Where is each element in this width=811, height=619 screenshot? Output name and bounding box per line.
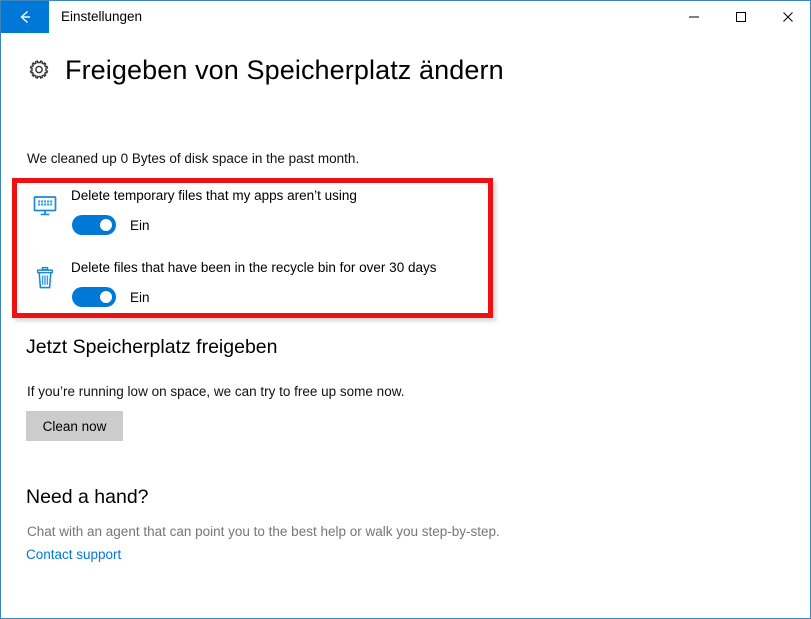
back-button[interactable] [1,1,49,33]
need-a-hand-description: Chat with an agent that can point you to… [27,524,500,539]
monitor-apps-icon [30,191,60,221]
back-arrow-icon [15,7,35,27]
minimize-icon [688,11,700,23]
page-header: Freigeben von Speicherplatz ändern [25,55,504,86]
recycle-bin-icon [30,263,60,293]
contact-support-link[interactable]: Contact support [26,547,121,562]
toggle-temp-files[interactable] [72,215,116,235]
window-title: Einstellungen [61,9,143,24]
gear-icon [25,57,53,85]
highlight-annotation-box: Delete temporary files that my apps aren… [12,178,493,318]
toggle-knob [100,219,112,231]
close-button[interactable] [765,1,811,33]
free-space-description: If you’re running low on space, we can t… [27,384,405,399]
toggle-state-temp-files: Ein [130,217,150,233]
need-a-hand-heading: Need a hand? [26,486,149,508]
cleanup-summary-text: We cleaned up 0 Bytes of disk space in t… [27,151,360,166]
maximize-button[interactable] [718,1,764,33]
toggle-recycle-bin[interactable] [72,287,116,307]
free-space-heading: Jetzt Speicherplatz freigeben [26,336,278,358]
title-bar: Einstellungen [1,1,810,33]
toggle-state-recycle-bin: Ein [130,289,150,305]
clean-now-button[interactable]: Clean now [26,411,123,441]
settings-window: Einstellungen Freigeben von Speicherplat… [0,0,811,619]
maximize-icon [735,11,747,23]
toggle-group-recycle-bin: Ein [72,287,150,307]
toggle-group-temp-files: Ein [72,215,150,235]
toggle-knob [100,291,112,303]
minimize-button[interactable] [671,1,717,33]
setting-label-recycle-bin: Delete files that have been in the recyc… [71,260,437,275]
close-icon [782,11,794,23]
page-title: Freigeben von Speicherplatz ändern [65,55,504,85]
setting-label-temp-files: Delete temporary files that my apps aren… [71,188,357,203]
